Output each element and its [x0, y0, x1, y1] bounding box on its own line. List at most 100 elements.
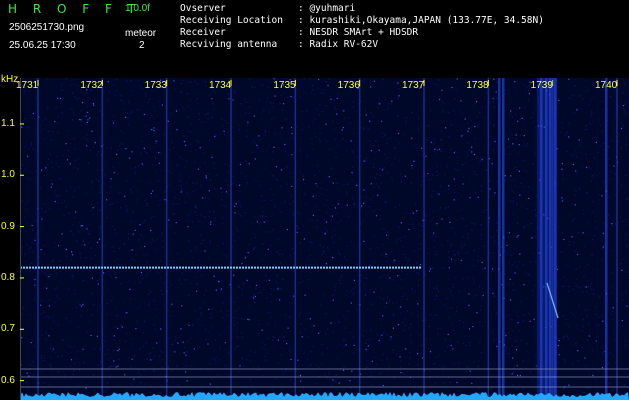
noise-speck — [460, 247, 462, 249]
noise-speck — [189, 81, 192, 83]
noise-speck — [440, 328, 442, 330]
noise-speck — [590, 288, 592, 290]
noise-speck — [421, 180, 423, 183]
noise-speck — [310, 241, 312, 243]
noise-speck — [238, 287, 240, 289]
noise-speck — [576, 253, 579, 256]
noise-speck — [80, 119, 82, 121]
noise-speck — [365, 159, 367, 161]
noise-speck — [319, 209, 321, 211]
noise-speck — [625, 291, 627, 293]
noise-speck — [257, 366, 260, 368]
noise-speck — [52, 371, 54, 373]
noise-speck — [563, 314, 565, 317]
noise-speck — [441, 89, 443, 91]
noise-speck — [197, 93, 199, 95]
noise-speck — [435, 153, 437, 155]
noise-speck — [57, 324, 59, 326]
noise-speck — [52, 348, 54, 350]
noise-speck — [509, 154, 511, 156]
noise-speck — [517, 315, 519, 317]
noise-speck — [602, 181, 604, 183]
noise-speck — [532, 290, 534, 292]
noise-speck — [333, 241, 335, 243]
noise-speck — [235, 184, 237, 186]
noise-speck — [41, 334, 44, 336]
noise-speck — [184, 166, 186, 168]
x-tick-label: 1740 — [595, 80, 618, 91]
noise-speck — [303, 93, 305, 95]
noise-speck — [519, 155, 521, 157]
noise-speck — [337, 93, 339, 95]
noise-speck — [303, 238, 305, 240]
noise-speck — [373, 377, 375, 379]
noise-speck — [240, 103, 243, 105]
noise-speck — [566, 336, 568, 338]
noise-speck — [141, 273, 143, 275]
noise-speck — [104, 345, 107, 347]
noise-speck — [131, 345, 134, 347]
noise-speck — [405, 257, 407, 259]
noise-speck — [151, 129, 153, 131]
noise-speck — [290, 195, 292, 197]
noise-speck — [582, 98, 584, 100]
noise-speck — [48, 299, 50, 301]
noise-speck — [122, 220, 124, 222]
noise-speck — [302, 280, 304, 282]
noise-speck — [504, 175, 506, 177]
noise-speck — [403, 134, 405, 136]
noise-speck — [71, 107, 73, 110]
noise-speck — [453, 329, 455, 331]
noise-speck — [344, 117, 346, 119]
noise-speck — [511, 190, 513, 192]
noise-speck — [387, 235, 389, 237]
noise-speck — [601, 315, 603, 317]
noise-speck — [363, 202, 365, 204]
noise-speck — [534, 237, 536, 239]
noise-speck — [376, 173, 378, 175]
noise-speck — [114, 228, 116, 230]
noise-speck — [599, 173, 601, 175]
noise-speck — [507, 283, 509, 285]
noise-speck — [367, 213, 369, 215]
noise-speck — [139, 224, 141, 226]
noise-speck — [200, 121, 202, 123]
noise-speck — [190, 123, 192, 125]
noise-speck — [367, 128, 369, 130]
noise-speck — [290, 358, 292, 361]
noise-speck — [626, 244, 628, 246]
noise-speck — [268, 279, 270, 281]
noise-speck — [474, 192, 476, 194]
noise-speck — [602, 320, 604, 322]
noise-speck — [410, 313, 412, 315]
noise-speck — [410, 181, 412, 184]
noise-speck — [50, 139, 52, 141]
noise-speck — [245, 221, 247, 223]
noise-speck — [263, 200, 265, 202]
noise-speck — [362, 127, 364, 129]
noise-speck — [264, 130, 267, 132]
noise-speck — [187, 350, 189, 352]
noise-speck — [160, 289, 162, 291]
noise-speck — [430, 352, 433, 354]
noise-speck — [286, 183, 288, 185]
noise-speck — [372, 195, 374, 198]
noise-speck — [48, 317, 50, 319]
noise-speck — [330, 221, 332, 223]
noise-speck — [220, 187, 222, 189]
noise-speck — [82, 302, 84, 304]
noise-speck — [357, 309, 359, 311]
noise-speck — [462, 113, 464, 115]
noise-speck — [307, 155, 309, 158]
noise-speck — [360, 274, 362, 276]
noise-speck — [517, 216, 519, 218]
noise-speck — [262, 375, 264, 377]
noise-speck — [462, 134, 464, 136]
noise-speck — [367, 140, 369, 142]
noise-speck — [325, 227, 327, 229]
noise-speck — [523, 135, 525, 137]
noise-speck — [305, 92, 307, 94]
noise-speck — [332, 361, 334, 363]
noise-speck — [438, 79, 440, 81]
noise-speck — [583, 245, 585, 247]
